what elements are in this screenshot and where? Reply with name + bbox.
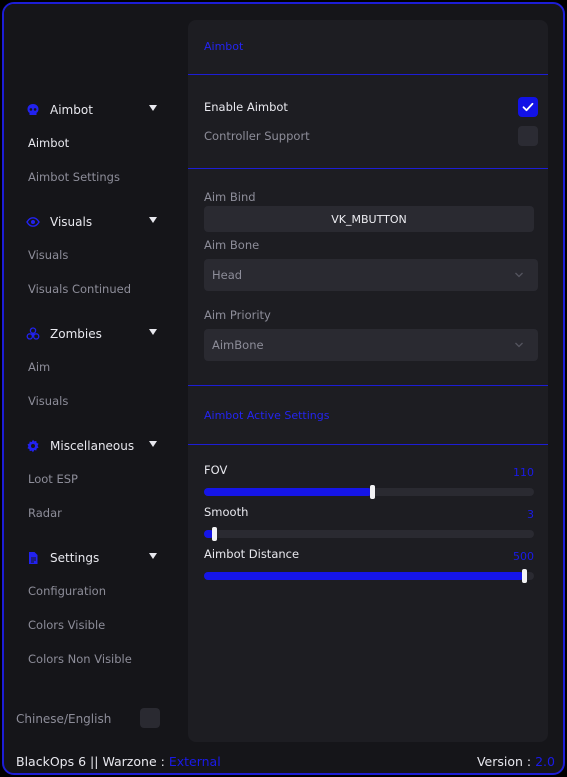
- sidebar-item-zombies-visuals[interactable]: Visuals: [28, 394, 68, 408]
- slider-thumb[interactable]: [522, 569, 527, 583]
- category-label: Zombies: [50, 327, 102, 341]
- chevron-down-icon: [515, 272, 523, 278]
- fov-label: FOV: [204, 463, 228, 477]
- divider: [188, 385, 548, 386]
- smooth-slider[interactable]: [204, 527, 534, 541]
- sidebar-item-aimbot-settings[interactable]: Aimbot Settings: [28, 170, 120, 184]
- divider: [188, 168, 548, 169]
- category-label: Aimbot: [50, 103, 93, 117]
- gear-icon: [26, 439, 40, 453]
- smooth-label: Smooth: [204, 505, 249, 519]
- category-visuals[interactable]: Visuals: [26, 211, 161, 233]
- aim-bone-value: Head: [212, 268, 243, 282]
- aimbot-distance-value: 500: [513, 550, 534, 563]
- sidebar-item-visuals-continued[interactable]: Visuals Continued: [28, 282, 131, 296]
- game-mode: Warzone: [102, 754, 157, 769]
- aimbot-distance-label: Aimbot Distance: [204, 547, 300, 561]
- sidebar-item-visuals[interactable]: Visuals: [28, 248, 68, 262]
- skull-icon: [26, 103, 40, 117]
- build-type: External: [168, 754, 221, 769]
- status-bar: BlackOps 6 || Warzone : External Version…: [4, 746, 563, 773]
- category-label: Settings: [50, 551, 100, 565]
- controller-support-checkbox[interactable]: [518, 126, 538, 146]
- category-miscellaneous[interactable]: Miscellaneous: [26, 435, 161, 457]
- separator: :: [160, 754, 165, 769]
- file-icon: [26, 551, 40, 565]
- enable-aimbot-label: Enable Aimbot: [204, 100, 288, 114]
- sidebar-item-colors-visible[interactable]: Colors Visible: [28, 618, 105, 632]
- chevron-down-icon: [515, 342, 523, 348]
- slider-thumb[interactable]: [370, 485, 375, 499]
- aim-bone-select[interactable]: Head: [204, 259, 538, 291]
- aim-priority-value: AimBone: [212, 338, 264, 352]
- checkmark-icon: [522, 102, 534, 112]
- fov-slider[interactable]: [204, 485, 534, 499]
- app-window: Aimbot Aimbot Aimbot Settings Visuals Vi…: [2, 2, 565, 775]
- aim-bind-label: Aim Bind: [204, 190, 256, 204]
- caret-down-icon: [149, 105, 157, 111]
- divider: [188, 444, 548, 445]
- sidebar-item-colors-non-visible[interactable]: Colors Non Visible: [28, 652, 132, 666]
- aimbot-distance-slider[interactable]: [204, 569, 534, 583]
- slider-fill: [204, 488, 372, 496]
- section-title: Aimbot: [204, 40, 244, 53]
- sidebar-item-aimbot[interactable]: Aimbot: [28, 136, 69, 150]
- enable-aimbot-checkbox[interactable]: [518, 97, 538, 117]
- footer-left: BlackOps 6 || Warzone : External: [16, 754, 221, 769]
- divider: [188, 74, 548, 75]
- sidebar-item-zombies-aim[interactable]: Aim: [28, 360, 50, 374]
- version-number: 2.0: [535, 754, 555, 769]
- biohazard-icon: [26, 327, 40, 341]
- fov-value: 110: [513, 466, 534, 479]
- sidebar-item-configuration[interactable]: Configuration: [28, 584, 106, 598]
- sidebar-item-loot-esp[interactable]: Loot ESP: [28, 472, 78, 486]
- caret-down-icon: [149, 329, 157, 335]
- slider-thumb[interactable]: [212, 527, 217, 541]
- eye-icon: [26, 215, 40, 229]
- category-label: Miscellaneous: [50, 439, 135, 453]
- footer-right: Version : 2.0: [477, 754, 555, 769]
- caret-down-icon: [149, 553, 157, 559]
- category-label: Visuals: [50, 215, 93, 229]
- aim-priority-select[interactable]: AimBone: [204, 329, 538, 361]
- aim-bone-label: Aim Bone: [204, 238, 260, 252]
- sidebar-item-radar[interactable]: Radar: [28, 506, 62, 520]
- language-toggle[interactable]: [140, 708, 160, 728]
- caret-down-icon: [149, 441, 157, 447]
- caret-down-icon: [149, 217, 157, 223]
- separator: ||: [90, 754, 99, 769]
- controller-support-label: Controller Support: [204, 129, 310, 143]
- smooth-value: 3: [527, 508, 534, 521]
- slider-fill: [204, 572, 524, 580]
- main-panel: Aimbot Enable Aimbot Controller Support …: [188, 20, 548, 742]
- category-aimbot[interactable]: Aimbot: [26, 99, 161, 121]
- active-settings-title: Aimbot Active Settings: [204, 409, 330, 422]
- version-label: Version :: [476, 754, 532, 769]
- sidebar: Aimbot Aimbot Aimbot Settings Visuals Vi…: [4, 4, 176, 742]
- category-settings[interactable]: Settings: [26, 547, 161, 569]
- aim-priority-label: Aim Priority: [204, 308, 271, 322]
- game-name: BlackOps 6: [16, 754, 87, 769]
- category-zombies[interactable]: Zombies: [26, 323, 161, 345]
- aim-bind-button[interactable]: VK_MBUTTON: [204, 206, 534, 232]
- language-label: Chinese/English: [16, 712, 112, 726]
